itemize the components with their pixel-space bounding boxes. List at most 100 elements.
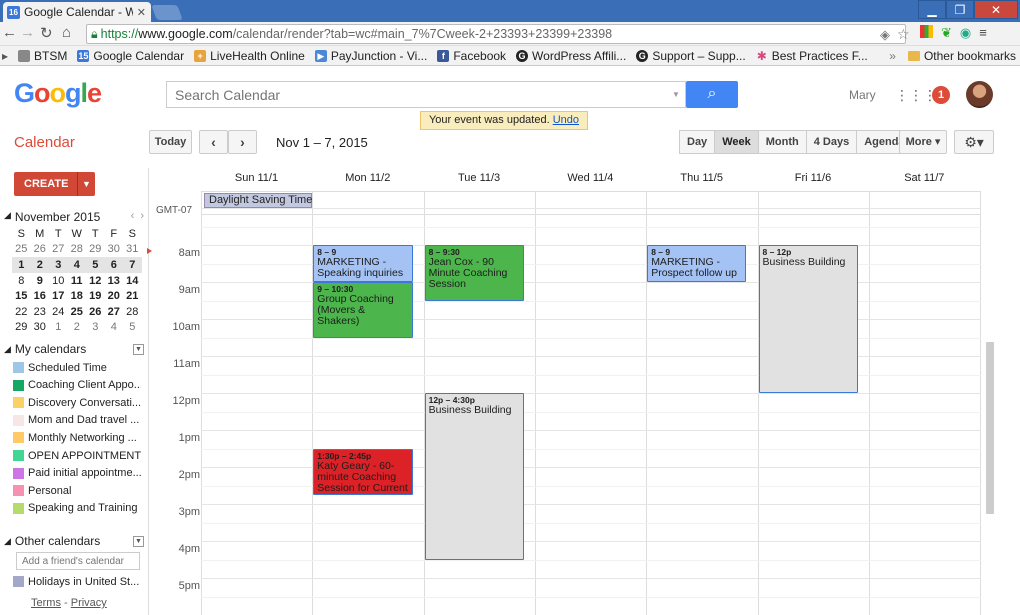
mini-day[interactable]: 28 <box>123 304 142 320</box>
other-calendars-menu-icon[interactable]: ▼ <box>133 535 144 547</box>
mini-day[interactable]: 4 <box>67 257 86 273</box>
bookmark-7[interactable]: ✱ Best Practices F... <box>756 49 868 63</box>
day-header[interactable]: Tue 11/3 <box>424 172 535 184</box>
search-options-dropdown-icon[interactable]: ▼ <box>672 90 680 99</box>
search-input[interactable] <box>166 81 686 108</box>
mini-day[interactable]: 27 <box>105 304 124 320</box>
home-icon[interactable]: ⌂ <box>62 24 71 41</box>
mini-day[interactable]: 7 <box>123 257 142 273</box>
calendar-item[interactable]: OPEN APPOINTMENT <box>13 447 141 464</box>
mini-day[interactable]: 31 <box>123 242 142 258</box>
mini-day[interactable]: 30 <box>105 242 124 258</box>
next-period-button[interactable]: › <box>228 130 257 154</box>
collapse-icon[interactable]: ◢ <box>4 536 11 547</box>
calendar-event[interactable]: 1:30p – 2:45p Katy Geary - 60-minute Coac… <box>313 448 413 495</box>
new-tab-button[interactable] <box>151 5 183 20</box>
calendar-item[interactable]: Scheduled Time <box>13 359 141 376</box>
mini-day[interactable]: 11 <box>68 273 87 289</box>
user-name[interactable]: Mary <box>849 88 876 102</box>
mini-day[interactable]: 30 <box>31 320 50 336</box>
forward-icon[interactable]: → <box>20 24 35 41</box>
mini-day[interactable]: 20 <box>105 288 124 304</box>
mini-day[interactable]: 25 <box>12 242 31 258</box>
apps-grid-icon[interactable]: ⋮⋮⋮ <box>895 87 937 104</box>
calendar-event[interactable]: 8 – 9 MARKETING - Speaking inquiries <box>313 245 413 282</box>
calendar-item[interactable]: Discovery Conversati... <box>13 394 141 411</box>
close-window-icon[interactable]: ✕ <box>974 0 1018 19</box>
other-bookmarks[interactable]: » Other bookmarks <box>889 49 1016 63</box>
avatar[interactable] <box>966 81 993 108</box>
mini-day[interactable]: 5 <box>123 320 142 336</box>
mini-day[interactable]: 18 <box>68 288 87 304</box>
minimize-icon[interactable]: ▁ <box>918 0 946 19</box>
undo-link[interactable]: Undo <box>553 114 579 126</box>
other-calendars-title[interactable]: Other calendars <box>15 534 133 548</box>
mini-day[interactable]: 23 <box>31 304 50 320</box>
calendar-event[interactable]: 8 – 12p Business Building <box>758 245 858 393</box>
mini-day[interactable]: 21 <box>123 288 142 304</box>
mini-day[interactable]: 8 <box>12 273 31 289</box>
maximize-icon[interactable]: ❐ <box>946 0 974 19</box>
bookmark-2[interactable]: + LiveHealth Online <box>194 49 305 63</box>
mini-day[interactable]: 28 <box>68 242 87 258</box>
today-button[interactable]: Today <box>149 130 192 154</box>
back-icon[interactable]: ← <box>2 24 17 41</box>
mini-day[interactable]: 22 <box>12 304 31 320</box>
calendar-item[interactable]: Paid initial appointme... <box>13 465 141 482</box>
mini-day[interactable]: 1 <box>12 257 31 273</box>
close-tab-icon[interactable]: ✕ <box>137 6 151 19</box>
mini-day[interactable]: 10 <box>49 273 68 289</box>
collapse-icon[interactable]: ◢ <box>4 210 11 224</box>
mini-day[interactable]: 3 <box>49 257 68 273</box>
terms-link[interactable]: Terms <box>31 597 61 609</box>
my-calendars-menu-icon[interactable]: ▼ <box>133 343 144 355</box>
create-button[interactable]: CREATE ▼ <box>14 172 95 196</box>
bookmark-5[interactable]: G WordPress Affili... <box>516 49 626 63</box>
add-friend-calendar-input[interactable] <box>16 552 140 570</box>
view-4days-button[interactable]: 4 Days <box>805 130 858 154</box>
mini-month-title[interactable]: November 2015 <box>15 210 125 224</box>
mini-day[interactable]: 24 <box>49 304 68 320</box>
view-week-button[interactable]: Week <box>714 130 759 154</box>
scrollbar-thumb[interactable] <box>986 342 994 514</box>
calendar-item[interactable]: Mom and Dad travel ... <box>13 412 141 429</box>
bookmark-1[interactable]: 15 Google Calendar <box>77 49 184 63</box>
create-dropdown-icon[interactable]: ▼ <box>77 172 95 196</box>
url-field[interactable]: 🔒︎ https:// www.google.com /calendar/ren… <box>86 24 906 44</box>
mini-prev-icon[interactable]: ‹ <box>131 210 135 224</box>
mini-day[interactable]: 3 <box>86 320 105 336</box>
extension-leaf-icon[interactable]: ❦ <box>941 25 952 41</box>
mini-day[interactable]: 29 <box>12 320 31 336</box>
privacy-link[interactable]: Privacy <box>71 597 107 609</box>
mini-day[interactable]: 9 <box>31 273 50 289</box>
notification-badge[interactable]: 1 <box>932 86 950 104</box>
calendar-item[interactable]: Personal <box>13 482 141 499</box>
calendar-event[interactable]: 12p – 4:30p Business Building <box>424 393 524 560</box>
collapse-icon[interactable]: ◢ <box>4 344 11 355</box>
google-logo[interactable]: Google <box>14 78 102 109</box>
mini-day[interactable]: 2 <box>68 320 87 336</box>
mini-day[interactable]: 27 <box>49 242 68 258</box>
mini-day[interactable]: 14 <box>123 273 142 289</box>
bookmark-4[interactable]: f Facebook <box>437 49 506 63</box>
bookmark-6[interactable]: G Support – Supp... <box>636 49 746 63</box>
browser-tab[interactable]: 16 Google Calendar - W ✕ <box>3 2 151 22</box>
view-month-button[interactable]: Month <box>757 130 807 154</box>
all-day-row[interactable] <box>201 191 981 215</box>
mini-day[interactable]: 26 <box>86 304 105 320</box>
mini-day[interactable]: 4 <box>105 320 124 336</box>
more-button[interactable]: More ▾ <box>899 130 947 154</box>
calendar-event[interactable]: 9 – 10:30 Group Coaching (Movers & Shaker… <box>313 282 413 338</box>
calendar-item[interactable]: Monthly Networking ... <box>13 429 141 446</box>
calendar-event[interactable]: 8 – 9:30 Jean Cox - 90 Minute Coaching Se… <box>424 245 524 301</box>
day-header[interactable]: Sat 11/7 <box>869 172 980 184</box>
all-day-event[interactable]: Daylight Saving Time <box>204 193 312 208</box>
mini-day[interactable]: 16 <box>31 288 50 304</box>
bookmark-3[interactable]: ▶ PayJunction - Vi... <box>314 49 427 63</box>
day-header[interactable]: Fri 11/6 <box>758 172 869 184</box>
previous-period-button[interactable]: ‹ <box>199 130 228 154</box>
extension-color-icon[interactable] <box>920 25 933 38</box>
day-header[interactable]: Sun 11/1 <box>201 172 312 184</box>
mini-day[interactable]: 19 <box>86 288 105 304</box>
bookmark-star-icon[interactable]: ☆ <box>897 26 910 43</box>
